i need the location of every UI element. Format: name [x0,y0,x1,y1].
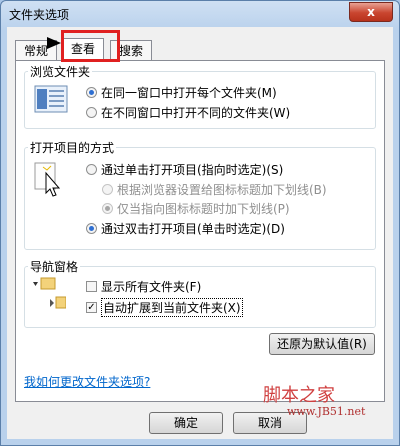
view-panel: 浏览文件夹 在同一窗口中打开每个文件夹(M) 在不同窗口中打开不同的文件夹(W)… [15,60,385,402]
option-double-click[interactable]: 通过双击打开项目(单击时选定)(D) [86,220,285,237]
radio-same-window[interactable] [86,87,97,98]
radio-double-click[interactable] [86,223,97,234]
title-bar[interactable]: 文件夹选项 x [1,1,399,27]
radio-single-click[interactable] [86,164,97,175]
close-button[interactable]: x [349,2,393,22]
radio-new-window[interactable] [86,107,97,118]
nav-tree-icon [33,277,66,309]
checkbox-show-all[interactable] [86,281,97,292]
cursor-icon [34,162,61,197]
option-underline-hover: 仅当指向图标标题时加下划线(P) [102,200,290,217]
dialog-body: 常规 查看 搜索 浏览文件夹 在同一窗口中打开每个文件夹(M) 在不同窗口中打开… [7,27,393,439]
option-auto-expand-label: 自动扩展到当前文件夹(X) [101,298,243,317]
option-new-window-label: 在不同窗口中打开不同的文件夹(W) [101,106,291,120]
option-show-all[interactable]: 显示所有文件夹(F) [86,278,201,295]
option-same-window[interactable]: 在同一窗口中打开每个文件夹(M) [86,84,277,101]
browse-title: 浏览文件夹 [28,63,93,80]
checkbox-auto-expand[interactable]: ✓ [86,302,97,313]
option-new-window[interactable]: 在不同窗口中打开不同的文件夹(W) [86,104,290,121]
radio-underline-browser [102,184,113,195]
open-title: 打开项目的方式 [28,139,117,156]
option-underline-browser-label: 根据浏览器设置给图标标题加下划线(B) [117,183,327,197]
option-underline-hover-label: 仅当指向图标标题时加下划线(P) [117,202,290,216]
radio-underline-hover [102,203,113,214]
highlight-box [61,30,120,62]
option-auto-expand[interactable]: ✓ 自动扩展到当前文件夹(X) [86,298,243,317]
window-title: 文件夹选项 [9,8,70,22]
browse-folder-icon [34,85,68,113]
folder-options-window: 文件夹选项 x 常规 查看 搜索 浏览文件夹 在同一窗口中打开每个文件夹(M) … [0,0,400,446]
nav-group [24,266,376,328]
option-same-window-label: 在同一窗口中打开每个文件夹(M) [101,86,277,100]
help-link[interactable]: 我如何更改文件夹选项? [24,373,150,390]
restore-defaults-button[interactable]: 还原为默认值(R) [269,333,375,355]
option-show-all-label: 显示所有文件夹(F) [101,280,202,294]
ok-button[interactable]: 确定 [149,412,223,434]
option-double-click-label: 通过双击打开项目(单击时选定)(D) [101,222,285,236]
arrow-icon [47,37,61,49]
nav-title: 导航窗格 [28,258,81,275]
option-single-click[interactable]: 通过单击打开项目(指向时选定)(S) [86,161,283,178]
option-single-click-label: 通过单击打开项目(指向时选定)(S) [101,163,284,177]
watermark-site: www.JB51.net [287,405,366,418]
option-underline-browser: 根据浏览器设置给图标标题加下划线(B) [102,181,327,198]
watermark-brand: 脚本之家 [263,385,335,406]
